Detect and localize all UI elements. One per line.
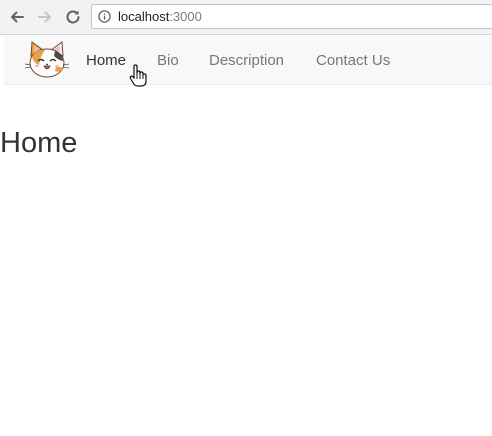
- reload-icon: [66, 10, 80, 24]
- reload-button[interactable]: [62, 6, 84, 28]
- address-bar[interactable]: localhost:3000: [91, 4, 492, 29]
- nav-link-contact-us[interactable]: Contact Us: [316, 52, 390, 70]
- arrow-right-icon: [38, 11, 51, 23]
- page-title: Home: [0, 127, 78, 159]
- url-text[interactable]: localhost:3000: [118, 10, 202, 24]
- calico-cat-face-icon[interactable]: [22, 39, 72, 81]
- forward-button[interactable]: [34, 6, 56, 28]
- nav-link-home[interactable]: Home: [86, 52, 126, 70]
- site-navbar: Home Bio Description Contact Us: [4, 36, 492, 85]
- hand-pointer-cursor-icon: [129, 64, 147, 87]
- nav-link-description[interactable]: Description: [209, 52, 284, 70]
- browser-toolbar: localhost:3000: [0, 0, 492, 35]
- info-icon[interactable]: [98, 10, 111, 23]
- url-port: :3000: [169, 9, 202, 24]
- nav-link-bio[interactable]: Bio: [157, 52, 179, 70]
- url-host: localhost: [118, 9, 170, 24]
- back-button[interactable]: [6, 6, 28, 28]
- arrow-left-icon: [11, 11, 24, 23]
